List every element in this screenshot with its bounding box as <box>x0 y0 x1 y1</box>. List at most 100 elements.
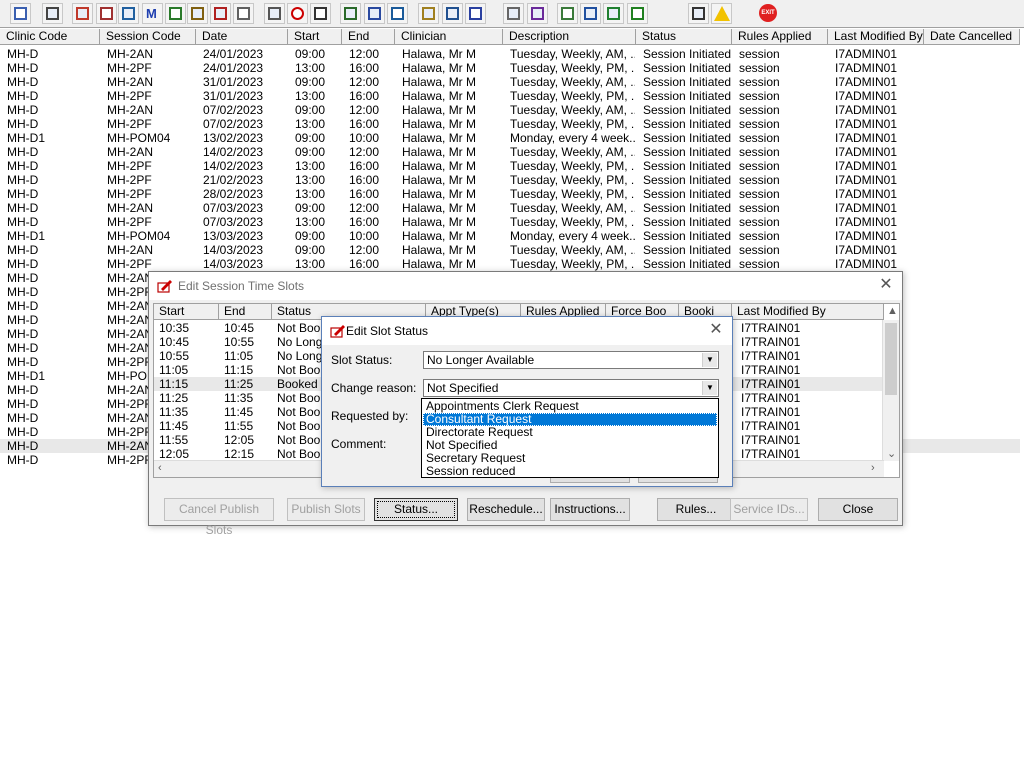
table-cell: Session Initiated <box>643 89 731 103</box>
table-cell: Session Initiated <box>643 117 731 131</box>
bar-chart-icon[interactable] <box>527 3 548 24</box>
notes-icon[interactable] <box>187 3 208 24</box>
cancel-publish-slots-button[interactable]: Cancel Publish Slots <box>164 498 274 537</box>
publish-slots-button[interactable]: Publish Slots <box>287 498 365 521</box>
table-cell: 10:55 <box>224 335 255 349</box>
table-cell: I7TRAIN01 <box>741 433 801 447</box>
close-button[interactable]: Close <box>818 498 898 521</box>
table-row[interactable]: MH-D MH-2PF 14/02/2023 13:00 16:00 Halawa, Mr… <box>0 159 1020 173</box>
notepad-icon[interactable] <box>418 3 439 24</box>
chart-icon[interactable] <box>387 3 408 24</box>
flag-alt-icon[interactable] <box>233 3 254 24</box>
table-row[interactable]: MH-D MH-2AN 24/01/2023 09:00 12:00 Halawa, Mr… <box>0 47 1020 61</box>
table-cell: Tuesday, Weekly, PM, ... <box>510 215 635 229</box>
column-header-start[interactable]: Start <box>288 29 342 45</box>
table-cell: 14/02/2023 <box>203 159 264 173</box>
screen-icon[interactable] <box>340 3 361 24</box>
slot-dialog-close-icon[interactable]: ✕ <box>708 322 724 339</box>
table-row[interactable]: MH-D MH-2AN 07/03/2023 09:00 12:00 Halawa, Mr… <box>0 201 1020 215</box>
column-header-date-cancelled[interactable]: Date Cancelled <box>924 29 1020 45</box>
table-row[interactable]: MH-D1 MH-POM04 13/03/2023 09:00 10:00 Halawa,… <box>0 229 1020 243</box>
column-header-date[interactable]: Date <box>196 29 288 45</box>
reschedule-button[interactable]: Reschedule... <box>467 498 545 521</box>
scroll-down-icon[interactable]: ⌄ <box>887 447 896 460</box>
dropdown-option-session-reduced[interactable]: Session reduced <box>423 465 717 478</box>
bed-icon[interactable] <box>442 3 463 24</box>
flag-icon[interactable] <box>210 3 231 24</box>
m-icon[interactable]: M <box>142 3 163 24</box>
transfer-icon[interactable] <box>465 3 486 24</box>
scroll-thumb[interactable] <box>885 323 897 395</box>
rules-button[interactable]: Rules... <box>657 498 735 521</box>
table-row[interactable]: MH-D MH-2AN 14/03/2023 09:00 12:00 Halawa, Mr… <box>0 243 1020 257</box>
table-cell: Tuesday, Weekly, AM, ... <box>510 201 635 215</box>
table-cell: I7TRAIN01 <box>741 321 801 335</box>
table-cell: 12:05 <box>159 447 190 461</box>
slot-status-select[interactable]: No Longer Available ▼ <box>423 351 719 369</box>
table-row[interactable]: MH-D MH-2PF 24/01/2023 13:00 16:00 Halawa, Mr… <box>0 61 1020 75</box>
download-icon[interactable] <box>580 3 601 24</box>
swap-icon[interactable] <box>688 3 709 24</box>
slot-column-header-last-modified-by[interactable]: Last Modified By <box>732 304 884 320</box>
globe-icon[interactable] <box>557 3 578 24</box>
scroll-up-icon[interactable]: ▲ <box>887 305 898 317</box>
scroll-right-icon[interactable]: › <box>871 462 875 474</box>
table-cell: MH-2PF <box>107 117 152 131</box>
change-reason-select[interactable]: Not Specified ▼ <box>423 379 719 397</box>
list-icon[interactable] <box>310 3 331 24</box>
table-row[interactable]: MH-D MH-2AN 14/02/2023 09:00 12:00 Halawa, Mr… <box>0 145 1020 159</box>
slot-column-header-start[interactable]: Start <box>154 304 219 320</box>
person-icon[interactable] <box>10 3 31 24</box>
column-header-rules-applied[interactable]: Rules Applied <box>732 29 828 45</box>
time-slots-vertical-scrollbar[interactable]: ▲ ⌄ <box>882 305 899 461</box>
table-row[interactable]: MH-D MH-2AN 31/01/2023 09:00 12:00 Halawa, Mr… <box>0 75 1020 89</box>
form-icon[interactable] <box>364 3 385 24</box>
column-header-clinic-code[interactable]: Clinic Code <box>0 29 100 45</box>
book-icon[interactable] <box>72 3 93 24</box>
column-header-end[interactable]: End <box>342 29 395 45</box>
column-header-last-modified-by[interactable]: Last Modified By <box>828 29 924 45</box>
table-cell: I7ADMIN01 <box>835 215 898 229</box>
user-icon[interactable] <box>165 3 186 24</box>
clock-icon[interactable] <box>287 3 308 24</box>
table-row[interactable]: MH-D1 MH-POM04 13/02/2023 09:00 10:00 Halawa,… <box>0 131 1020 145</box>
table-cell: 11:25 <box>159 391 189 405</box>
column-header-clinician[interactable]: Clinician <box>395 29 503 45</box>
service-ids-button[interactable]: Service IDs... <box>730 498 808 521</box>
table-cell: Tuesday, Weekly, PM, ... <box>510 257 635 271</box>
table-cell: MH-D <box>7 75 39 89</box>
status-button[interactable]: Status... <box>374 498 458 521</box>
table-row[interactable]: MH-D MH-2PF 14/03/2023 13:00 16:00 Halawa, Mr… <box>0 257 1020 271</box>
search-icon[interactable] <box>264 3 285 24</box>
table-row[interactable]: MH-D MH-2PF 07/02/2023 13:00 16:00 Halawa, Mr… <box>0 117 1020 131</box>
table-row[interactable]: MH-D MH-2PF 07/03/2023 13:00 16:00 Halawa, Mr… <box>0 215 1020 229</box>
column-header-description[interactable]: Description <box>503 29 636 45</box>
table-cell: MH-POM04 <box>107 131 171 145</box>
chevron-down-icon[interactable]: ▼ <box>702 353 717 367</box>
table-cell: 16:00 <box>349 61 380 75</box>
change-reason-dropdown-list: Appointments Clerk Request Consultant Req… <box>421 398 719 478</box>
exit-icon[interactable]: EXIT <box>758 3 779 24</box>
table-row[interactable]: MH-D MH-2PF 28/02/2023 13:00 16:00 Halawa, Mr… <box>0 187 1020 201</box>
table-row[interactable]: MH-D MH-2PF 31/01/2023 13:00 16:00 Halawa, Mr… <box>0 89 1020 103</box>
session-window-close-icon[interactable]: ✕ <box>878 277 894 294</box>
scroll-left-icon[interactable]: ‹ <box>158 462 162 474</box>
table-cell: 28/02/2023 <box>203 187 264 201</box>
chevron-down-icon[interactable]: ▼ <box>702 381 717 395</box>
table-cell: 10:00 <box>349 131 380 145</box>
column-header-session-code[interactable]: Session Code <box>100 29 196 45</box>
check-icon[interactable] <box>603 3 624 24</box>
table-row[interactable]: MH-D MH-2AN 07/02/2023 09:00 12:00 Halawa, Mr… <box>0 103 1020 117</box>
table-row[interactable]: MH-D MH-2PF 21/02/2023 13:00 16:00 Halawa, Mr… <box>0 173 1020 187</box>
column-header-status[interactable]: Status <box>636 29 732 45</box>
document-icon[interactable] <box>503 3 524 24</box>
instructions-button[interactable]: Instructions... <box>550 498 630 521</box>
slot-column-header-end[interactable]: End <box>219 304 272 320</box>
refresh-icon[interactable] <box>627 3 648 24</box>
edit-clinic-icon[interactable] <box>96 3 117 24</box>
window-icon[interactable] <box>118 3 139 24</box>
table-cell: MH-2AN <box>107 145 154 159</box>
warning-icon[interactable] <box>711 3 732 24</box>
table-cell: I7ADMIN01 <box>835 75 898 89</box>
print-icon[interactable] <box>42 3 63 24</box>
